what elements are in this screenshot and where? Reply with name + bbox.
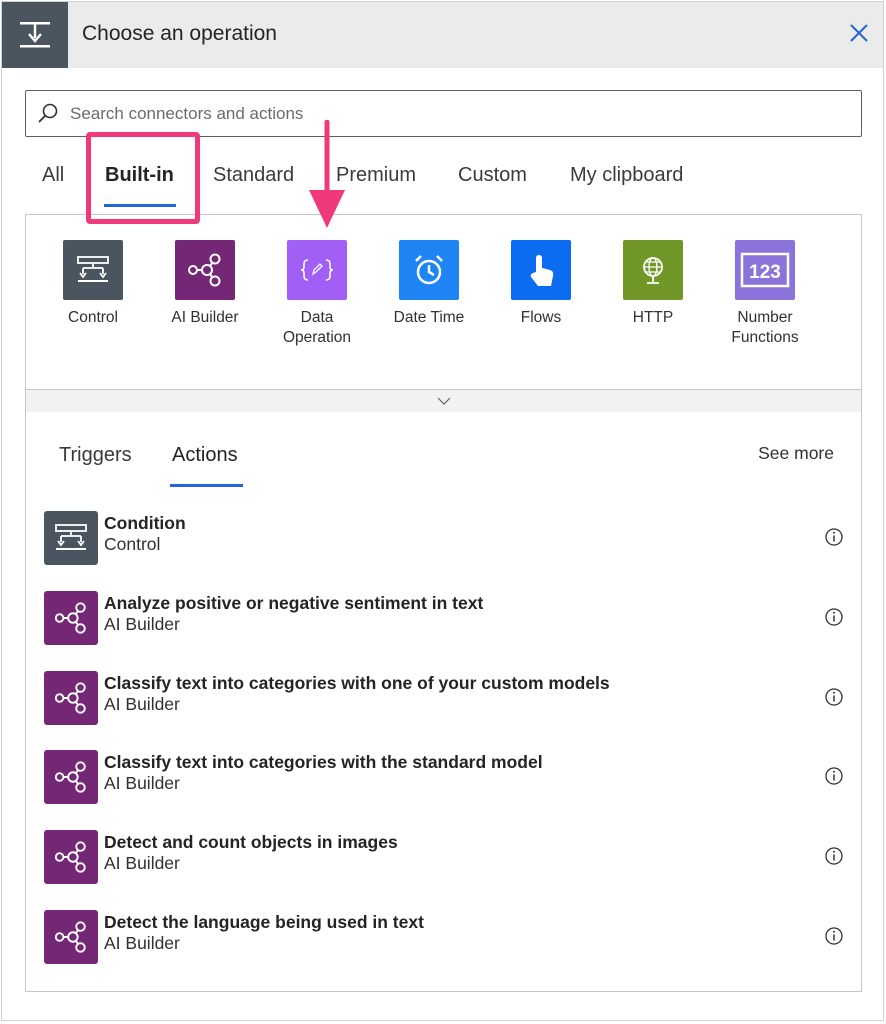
action-connector: Control [104,534,161,554]
tab-triggers[interactable]: Triggers [59,444,132,467]
action-item-detect-objects[interactable]: Detect and count objects in images AI Bu… [44,830,844,886]
see-more-link[interactable]: See more [758,443,834,464]
action-title: Classify text into categories with one o… [104,673,610,693]
connector-date-time[interactable]: Date Time [373,240,485,328]
ai-builder-icon [175,240,235,300]
info-icon[interactable] [824,527,844,547]
connector-label: Flows [520,309,562,326]
ai-builder-icon [44,750,98,804]
control-icon [44,511,98,565]
ai-builder-icon [44,671,98,725]
svg-text:123: 123 [749,262,781,283]
ai-builder-icon [44,830,98,884]
action-title: Analyze positive or negative sentiment i… [104,593,484,613]
action-connector: AI Builder [104,773,180,793]
control-icon [63,240,123,300]
action-item-analyze-sentiment[interactable]: Analyze positive or negative sentiment i… [44,591,844,647]
close-icon [850,24,868,42]
info-icon[interactable] [824,926,844,946]
tab-standard[interactable]: Standard [213,164,294,187]
connector-data-operation[interactable]: Data Operation [261,240,373,348]
number-icon: 123 [735,240,795,300]
tab-custom[interactable]: Custom [458,164,527,187]
annotation-highlight-box [86,132,200,224]
search-icon [38,103,58,123]
connector-label: Control [68,309,118,326]
connector-label: HTTP [632,309,674,326]
tab-selected-indicator [170,484,243,487]
data-operation-icon [287,240,347,300]
connector-grid: Control AI Builder Data Operation Date T… [25,214,862,390]
close-button[interactable] [844,18,874,48]
action-item-classify-custom[interactable]: Classify text into categories with one o… [44,671,844,727]
info-icon[interactable] [824,687,844,707]
chevron-down-icon [437,397,450,405]
connector-label: AI Builder [171,309,239,326]
connector-ai-builder[interactable]: AI Builder [149,240,261,328]
connector-http[interactable]: HTTP [597,240,709,328]
search-input[interactable] [70,91,850,136]
connector-number-functions[interactable]: 123 Number Functions [709,240,821,348]
dialog-header: Choose an operation [2,2,883,68]
ai-builder-icon [44,910,98,964]
tab-all[interactable]: All [42,164,64,187]
action-connector: AI Builder [104,694,180,714]
connector-flows[interactable]: Flows [485,240,597,328]
connector-label: Data Operation [282,309,352,346]
info-icon[interactable] [824,607,844,627]
connector-label: Number Functions [731,309,799,346]
dialog-title: Choose an operation [82,22,277,45]
action-item-detect-language[interactable]: Detect the language being used in text A… [44,910,844,966]
globe-icon [623,240,683,300]
action-title: Classify text into categories with the s… [104,752,543,772]
actions-panel: Triggers Actions See more Condition Cont… [25,412,862,992]
expand-connectors-button[interactable] [25,389,862,413]
touch-icon [511,240,571,300]
info-icon[interactable] [824,846,844,866]
action-title: Condition [104,513,186,533]
annotation-arrow-icon [309,120,345,228]
ai-builder-icon [44,591,98,645]
action-connector: AI Builder [104,933,180,953]
tab-my-clipboard[interactable]: My clipboard [570,164,683,187]
action-connector: AI Builder [104,614,180,634]
action-item-classify-standard[interactable]: Classify text into categories with the s… [44,750,844,806]
tab-actions[interactable]: Actions [172,444,238,467]
connector-control[interactable]: Control [37,240,149,328]
action-title: Detect and count objects in images [104,832,398,852]
operation-dialog: Choose an operation All Built-in Standar… [1,1,884,1021]
control-icon [2,2,68,68]
connector-label: Date Time [393,309,465,326]
search-box [25,90,862,137]
info-icon[interactable] [824,766,844,786]
action-title: Detect the language being used in text [104,912,424,932]
action-item-condition[interactable]: Condition Control [44,511,844,567]
clock-icon [399,240,459,300]
action-connector: AI Builder [104,853,180,873]
